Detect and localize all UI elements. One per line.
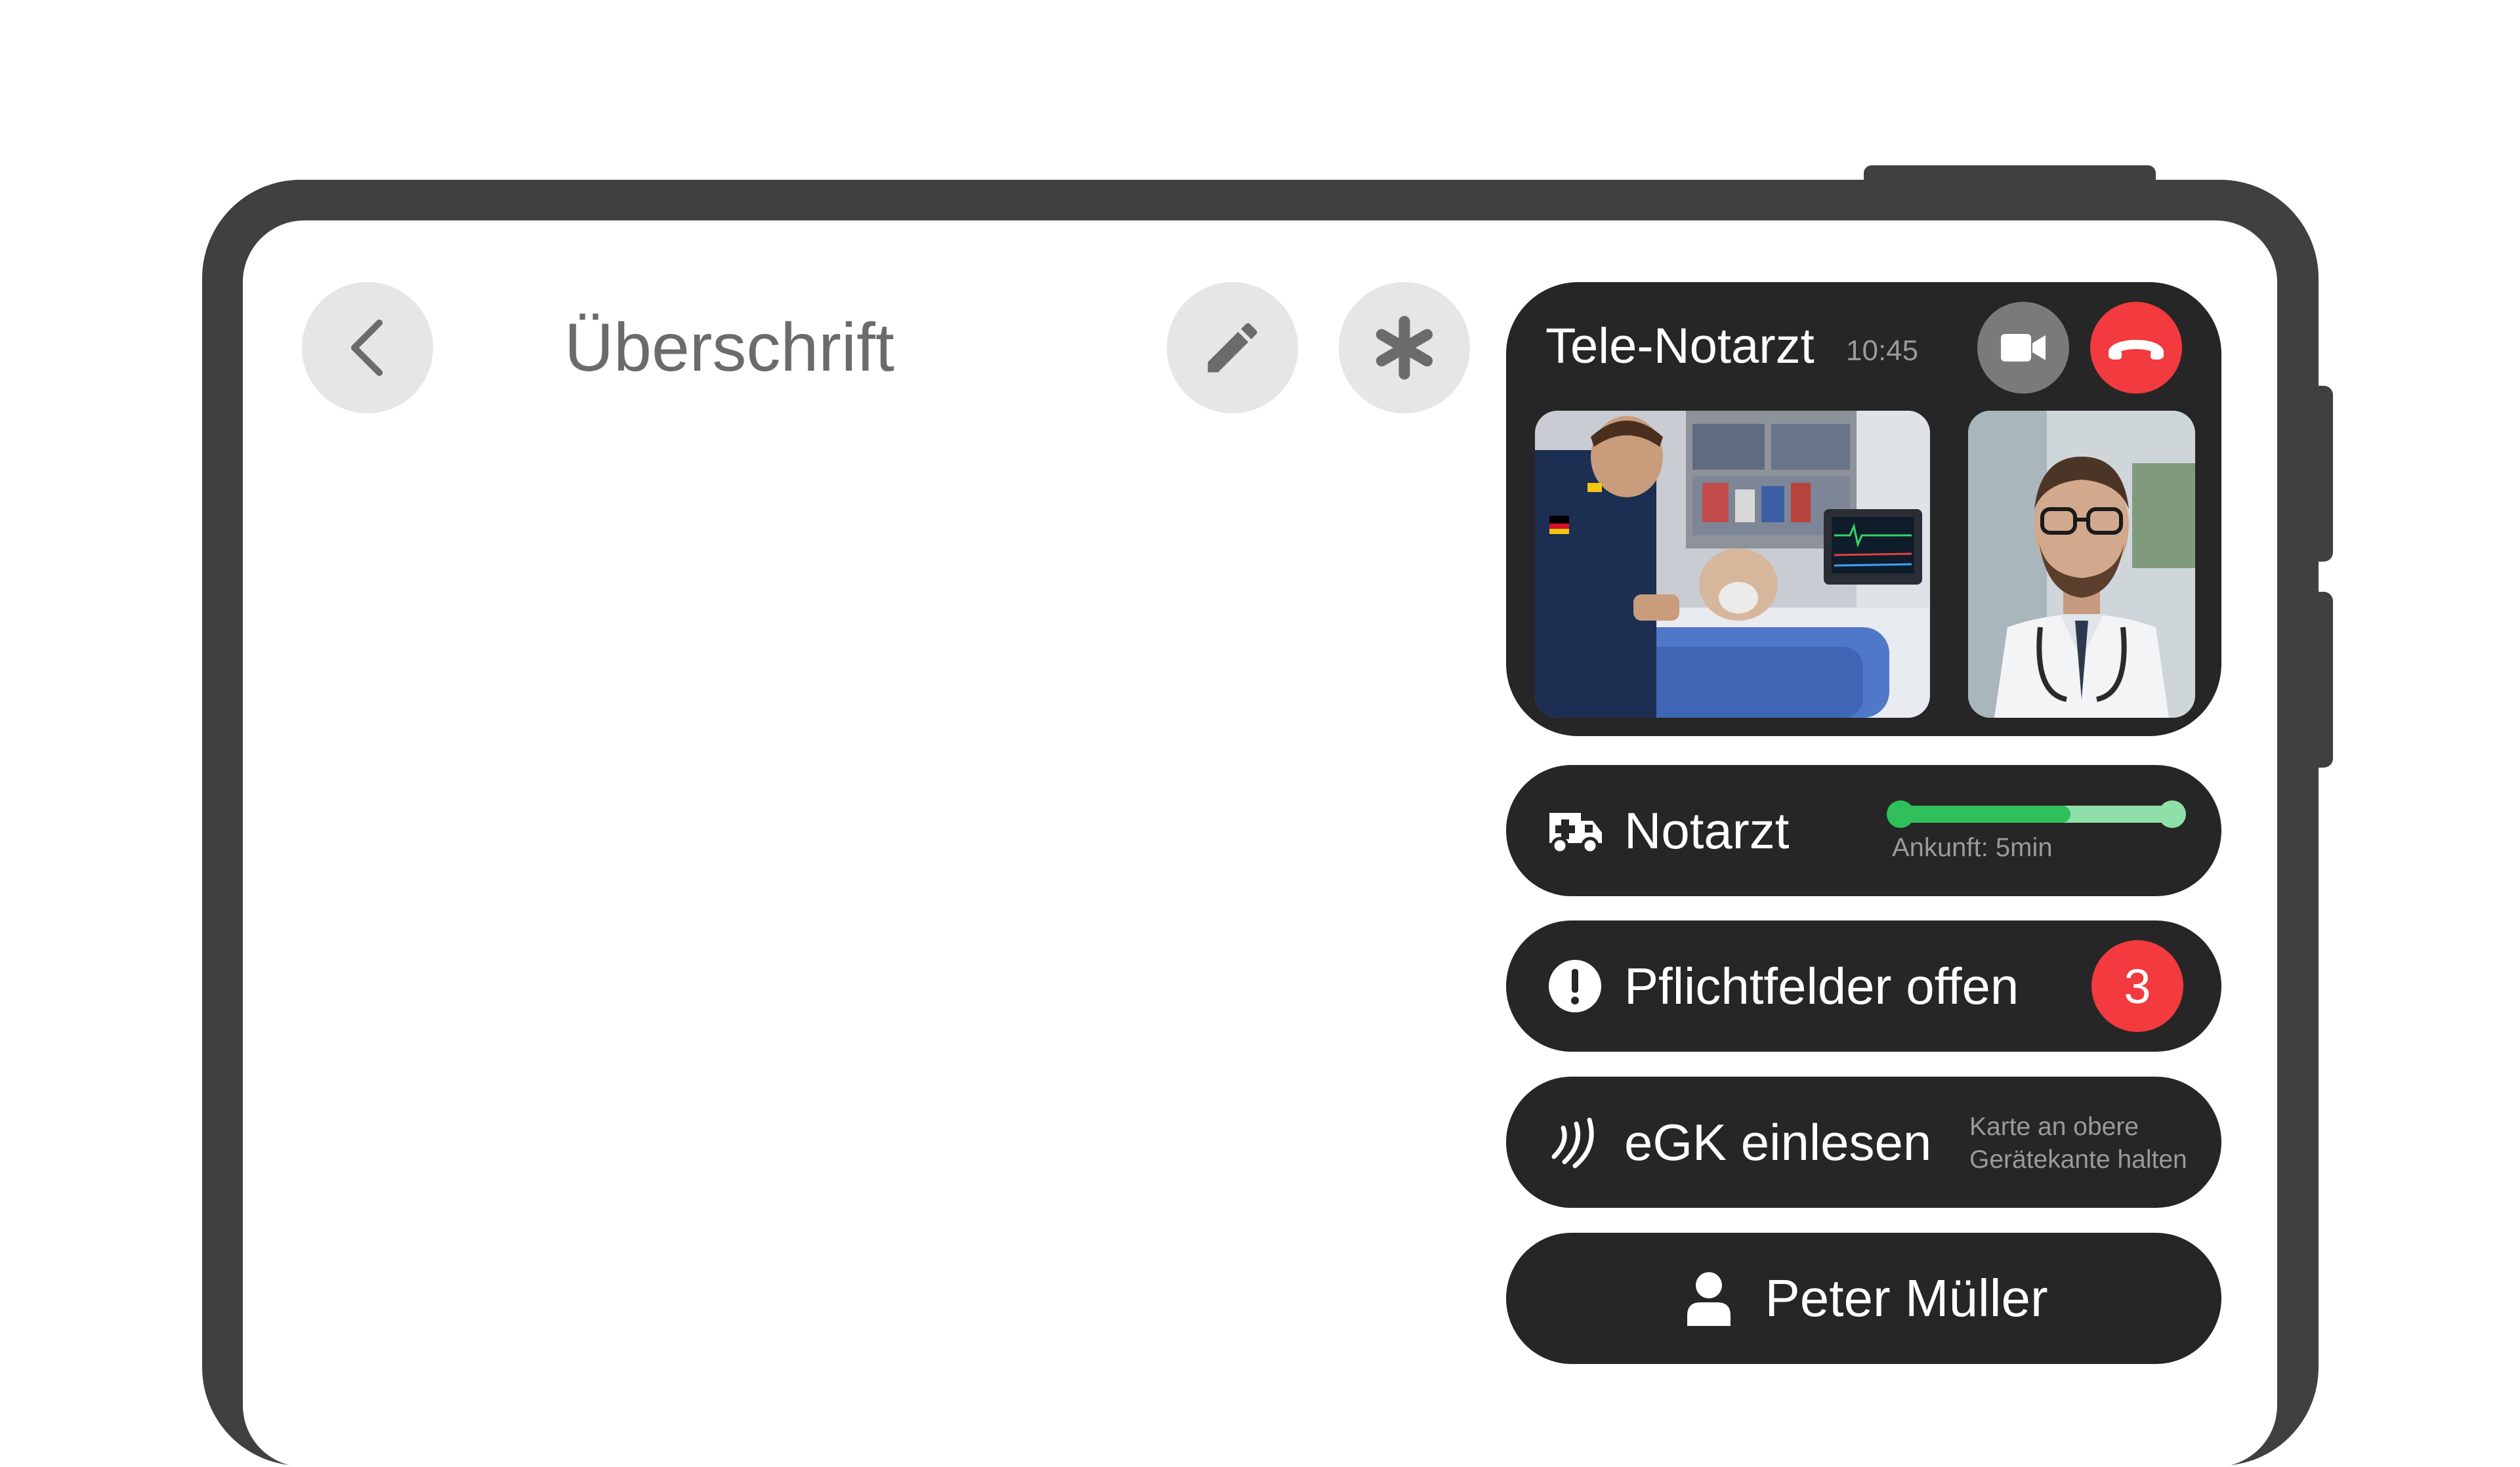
phone-hangup-icon — [2109, 340, 2164, 360]
notarzt-eta-card[interactable]: Notarzt Ankunft: 5min — [1506, 765, 2221, 896]
pencil-icon — [1208, 323, 1257, 373]
required-marker-button[interactable] — [1339, 282, 1470, 413]
eta-caption: Ankunft: 5min — [1892, 833, 2053, 862]
egk-label: eGK einlesen — [1624, 1113, 1932, 1171]
egk-hint: Karte an obere Gerätekante halten — [1969, 1113, 2187, 1174]
paramedic-patient-video-image — [1535, 411, 1930, 718]
device-volume-up-button — [2300, 386, 2333, 562]
self-video-feed[interactable] — [1968, 411, 2195, 718]
video-camera-icon — [2001, 334, 2046, 362]
call-time: 10:45 — [1846, 335, 1919, 367]
required-fields-card[interactable]: Pflichtfelder offen 3 — [1506, 920, 2221, 1052]
page-title: Überschrift — [564, 310, 894, 386]
eta-progress-fill — [1893, 806, 2071, 823]
eta-label: Notarzt — [1624, 801, 1790, 859]
edit-button[interactable] — [1167, 282, 1298, 413]
patient-card[interactable]: Peter Müller — [1506, 1233, 2221, 1364]
asterisk-icon — [1376, 316, 1433, 380]
tele-notarzt-call-card: Tele-Notarzt 10:45 — [1506, 282, 2221, 736]
person-icon — [1679, 1269, 1738, 1328]
eta-progress-start-dot — [1887, 800, 1914, 828]
required-fields-count-badge: 3 — [2091, 940, 2183, 1032]
device-volume-down-button — [2300, 592, 2333, 768]
eta-progress-end-dot — [2158, 800, 2186, 828]
exclamation-circle-icon — [1545, 957, 1605, 1016]
remote-video-feed[interactable] — [1535, 411, 1930, 718]
eta-progress-bar — [1887, 800, 2186, 828]
hangup-button[interactable] — [2090, 302, 2182, 394]
video-toggle-button[interactable] — [1977, 302, 2069, 394]
required-fields-label: Pflichtfelder offen — [1624, 957, 2019, 1015]
doctor-video-image — [1968, 411, 2195, 718]
nfc-icon — [1545, 1113, 1605, 1172]
ambulance-icon — [1545, 801, 1605, 860]
call-title: Tele-Notarzt — [1545, 318, 1815, 374]
tablet-screen: Überschrift Tele-Notarzt 10:45 Notarzt A… — [243, 220, 2277, 1467]
egk-read-card[interactable]: eGK einlesen Karte an obere Gerätekante … — [1506, 1077, 2221, 1208]
patient-name: Peter Müller — [1765, 1269, 2048, 1327]
